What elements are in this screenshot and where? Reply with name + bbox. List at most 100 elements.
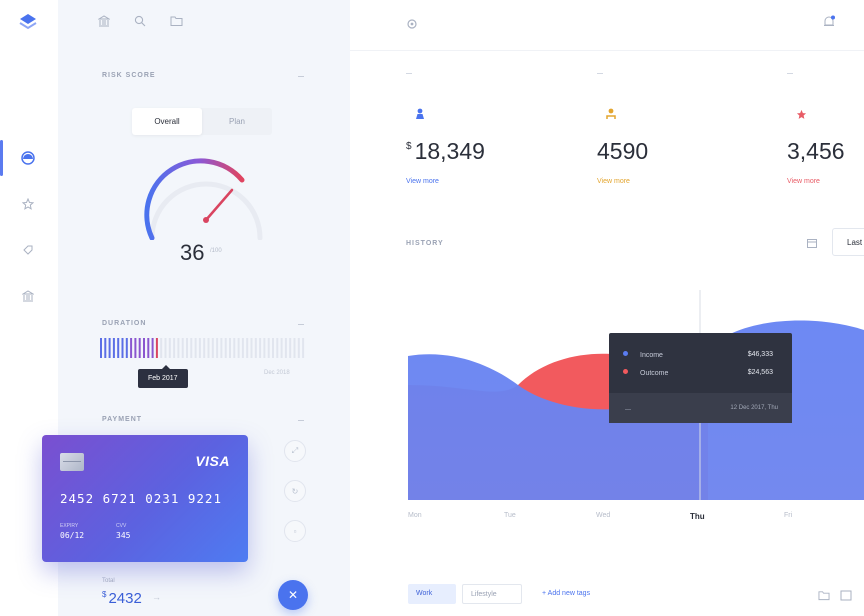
duration-tick <box>293 338 296 358</box>
collapse-dash[interactable] <box>298 76 304 77</box>
app: Risk score Overall Plan 36 /100 Duration <box>0 0 864 616</box>
duration-tick <box>207 338 210 358</box>
day-label[interactable]: Fri <box>784 512 792 519</box>
duration-label: Duration <box>102 320 147 327</box>
credit-card[interactable]: VISA 2452 6721 0231 9221 Expiry 06/12 CV… <box>42 435 248 562</box>
star-icon[interactable] <box>20 196 36 212</box>
person-icon <box>597 100 625 128</box>
duration-tick <box>233 338 236 358</box>
stat-number: 3,456 <box>787 138 845 164</box>
arrow-right-icon[interactable]: → <box>152 592 161 602</box>
duration-tick <box>254 338 257 358</box>
tag-work[interactable]: Work <box>408 584 456 604</box>
income-value: $46,333 <box>747 351 773 358</box>
stat-dash <box>787 73 793 74</box>
gauge-value: 36 <box>180 240 205 265</box>
day-label[interactable]: Wed <box>596 512 610 519</box>
close-button[interactable]: ✕ <box>278 580 308 610</box>
tooltip-date: 12 Dec 2017, Thu <box>730 405 778 411</box>
cvv-value: 345 <box>116 531 131 540</box>
expiry-label: Expiry <box>60 523 79 529</box>
duration-tick <box>302 338 305 358</box>
stat-dash <box>597 73 603 74</box>
duration-tick <box>168 338 171 358</box>
bank-icon[interactable] <box>97 14 111 32</box>
folder-icon[interactable] <box>818 588 830 606</box>
cvv-label: CVV <box>116 523 127 529</box>
view-more-link[interactable]: View more <box>406 178 439 185</box>
duration-tick <box>177 338 180 358</box>
bell-icon[interactable] <box>822 15 836 34</box>
refresh-icon[interactable]: ↻ <box>284 480 306 502</box>
view-more-link[interactable]: View more <box>787 178 820 185</box>
outcome-dot <box>623 369 628 374</box>
stat-value-clients: 4590 <box>597 138 648 165</box>
search-icon[interactable] <box>134 14 146 32</box>
user-icon <box>406 100 434 128</box>
duration-tick-filled <box>100 338 102 358</box>
duration-tick-filled <box>155 338 158 358</box>
duration-tick <box>250 338 253 358</box>
add-tags-link[interactable]: + Add new tags <box>542 590 590 597</box>
risk-score-label: Risk score <box>102 72 156 79</box>
bank-icon[interactable] <box>20 288 36 304</box>
stat-value-rating: 3,456 <box>787 138 845 165</box>
duration-tick <box>216 338 219 358</box>
toggle-overall[interactable]: Overall <box>132 108 202 135</box>
gauge-icon[interactable] <box>20 150 36 166</box>
total-label: Total <box>102 578 115 584</box>
stat-number: 4590 <box>597 138 649 164</box>
duration-tick <box>198 338 201 358</box>
view-more-link[interactable]: View more <box>597 178 630 185</box>
tooltip-outcome-row: Outcome $24,563 <box>623 369 773 377</box>
duration-end-label: Dec 2018 <box>264 370 290 376</box>
duration-tick <box>289 338 292 358</box>
duration-tick <box>211 338 214 358</box>
gear-icon[interactable] <box>406 17 418 35</box>
duration-tick <box>272 338 274 358</box>
risk-gauge <box>144 158 263 240</box>
currency-symbol: $ <box>406 141 412 152</box>
expiry-value: 06/12 <box>60 531 85 540</box>
expand-icon[interactable]: ⤢ <box>284 440 306 462</box>
history-label: History <box>406 240 444 247</box>
duration-slider[interactable] <box>100 336 310 360</box>
layers-icon[interactable] <box>18 12 38 37</box>
gauge-unit: /100 <box>210 248 222 254</box>
duration-tick <box>280 338 283 358</box>
header-divider <box>350 50 864 51</box>
duration-tick <box>164 338 167 358</box>
toggle-plan[interactable]: Plan <box>202 108 272 135</box>
day-label[interactable]: Mon <box>408 512 422 519</box>
day-label[interactable]: Tue <box>504 512 516 519</box>
duration-tick <box>284 338 287 358</box>
collapse-dash[interactable] <box>298 324 304 325</box>
card-brand: VISA <box>195 453 230 469</box>
calendar-icon[interactable] <box>806 236 818 254</box>
tag-lifestyle[interactable]: Lifestyle <box>462 584 522 604</box>
folder-icon[interactable] <box>170 14 183 32</box>
payment-label: Payment <box>102 416 143 423</box>
duration-tick-filled <box>134 338 137 358</box>
duration-tick-filled <box>104 338 107 358</box>
tag-icon[interactable] <box>20 242 36 258</box>
tooltip-dash: — <box>625 407 631 413</box>
income-label: Income <box>640 352 663 359</box>
day-label-selected[interactable]: Thu <box>690 512 705 521</box>
collapse-dash[interactable] <box>298 420 304 421</box>
duration-tick-filled <box>138 338 141 358</box>
duration-tick <box>237 338 240 358</box>
range-select[interactable]: Last <box>832 228 864 256</box>
stat-dash <box>406 73 412 74</box>
income-dot <box>623 351 628 356</box>
duration-tick-filled <box>108 338 111 358</box>
main-area: $18,349 4590 3,456 View more View more V… <box>350 0 864 616</box>
trash-icon[interactable]: ▫ <box>284 520 306 542</box>
duration-tick-filled <box>121 338 124 358</box>
close-icon: ✕ <box>287 588 299 602</box>
stat-value-income: $18,349 <box>406 138 485 165</box>
duration-tick <box>220 338 223 358</box>
duration-tick <box>173 338 176 358</box>
image-icon[interactable] <box>840 588 852 606</box>
outcome-value: $24,563 <box>747 369 773 376</box>
